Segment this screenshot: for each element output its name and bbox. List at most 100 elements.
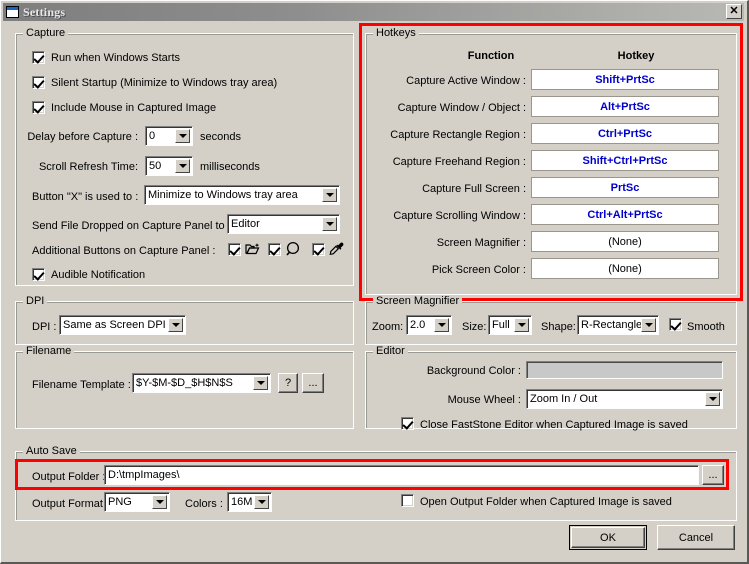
hotkey-value-capture-window-object: Alt+PrtSc — [600, 100, 650, 113]
hotkey-field-capture-full-screen[interactable]: PrtSc — [531, 177, 719, 198]
editor-legend: Editor — [373, 345, 408, 357]
checkbox-additional-eyedropper[interactable] — [312, 243, 325, 256]
editor-mouse-wheel-combo[interactable]: Zoom In / Out — [526, 389, 723, 409]
hotkey-field-capture-window-object[interactable]: Alt+PrtSc — [531, 96, 719, 117]
label-editor-background-color: Background Color : — [426, 365, 521, 377]
scroll-refresh-time-value: 50 — [149, 160, 162, 172]
chevron-down-icon[interactable] — [175, 159, 190, 173]
chevron-down-icon[interactable] — [254, 495, 269, 509]
ok-button-label: OK — [600, 531, 616, 544]
window-title: Settings — [23, 4, 66, 19]
open-folder-icon[interactable] — [245, 241, 261, 257]
cancel-button-label: Cancel — [678, 531, 714, 544]
label-output-format: Output Format : — [32, 498, 110, 510]
label-dpi: DPI : — [32, 321, 57, 333]
chevron-down-icon[interactable] — [514, 318, 529, 332]
chevron-down-icon[interactable] — [152, 495, 167, 509]
settings-dialog: Settings ✕ Capture Run when Windows Star… — [0, 0, 749, 564]
label-magnifier-zoom: Zoom: — [372, 321, 404, 333]
hotkeys-legend: Hotkeys — [373, 27, 419, 39]
magnifier-shape-combo[interactable]: R-Rectangle — [577, 315, 659, 335]
label-colors: Colors : — [185, 498, 223, 510]
checkbox-magnifier-smooth[interactable] — [669, 318, 682, 331]
hotkey-field-capture-rectangle-region[interactable]: Ctrl+PrtSc — [531, 123, 719, 144]
delay-before-capture-combo[interactable]: 0 — [145, 126, 193, 146]
dpi-combo[interactable]: Same as Screen DPI — [59, 315, 186, 335]
label-editor-mouse-wheel: Mouse Wheel : — [447, 394, 521, 406]
magnifier-size-combo[interactable]: Full — [488, 315, 532, 335]
hotkey-value-capture-freehand-region: Shift+Ctrl+PrtSc — [582, 154, 668, 167]
close-button[interactable]: ✕ — [726, 4, 742, 19]
output-folder-browse-label: ... — [708, 469, 718, 481]
label-magnifier-smooth: Smooth — [687, 321, 725, 333]
checkbox-silent-startup[interactable] — [32, 76, 45, 89]
label-delay-before-capture: Delay before Capture : — [27, 131, 138, 143]
label-delay-unit: seconds — [200, 131, 241, 143]
chevron-down-icon[interactable] — [322, 217, 337, 231]
scroll-refresh-time-combo[interactable]: 50 — [145, 156, 193, 176]
chevron-down-icon[interactable] — [168, 318, 183, 332]
colors-combo[interactable]: 16M — [227, 492, 272, 512]
screen-magnifier-legend: Screen Magnifier — [373, 295, 463, 307]
label-audible-notification: Audible Notification — [51, 269, 146, 281]
magnifier-zoom-combo[interactable]: 2.0 — [406, 315, 452, 335]
output-folder-input[interactable]: D:\tmpImages\ — [104, 465, 699, 485]
capture-legend: Capture — [23, 27, 69, 39]
hotkeys-column-hotkey: Hotkey — [617, 50, 655, 62]
hotkey-value-capture-rectangle-region: Ctrl+PrtSc — [597, 127, 653, 140]
chevron-down-icon[interactable] — [434, 318, 449, 332]
checkbox-additional-open-folder[interactable] — [228, 243, 241, 256]
window-icon — [6, 6, 19, 18]
auto-save-legend: Auto Save — [23, 445, 80, 457]
output-folder-browse-button[interactable]: ... — [702, 465, 724, 485]
chevron-down-icon[interactable] — [641, 318, 656, 332]
hotkey-field-screen-magnifier[interactable]: (None) — [531, 231, 719, 252]
checkbox-run-when-windows-starts[interactable] — [32, 51, 45, 64]
hotkey-field-capture-freehand-region[interactable]: Shift+Ctrl+PrtSc — [531, 150, 719, 171]
output-format-value: PNG — [108, 496, 132, 508]
hotkey-value-capture-active-window: Shift+PrtSc — [595, 73, 655, 86]
colors-value: 16M — [231, 496, 253, 508]
checkbox-open-output-folder[interactable] — [401, 494, 414, 507]
label-scroll-unit: milliseconds — [200, 161, 260, 173]
filename-help-label: ? — [284, 377, 292, 389]
hotkeys-column-function: Function — [467, 50, 515, 62]
filename-browse-button[interactable]: ... — [302, 373, 324, 393]
chevron-down-icon[interactable] — [253, 376, 268, 390]
output-folder-value: D:\tmpImages\ — [108, 469, 180, 481]
checkbox-audible-notification[interactable] — [32, 268, 45, 281]
checkbox-additional-magnifier[interactable] — [268, 243, 281, 256]
cancel-button[interactable]: Cancel — [657, 525, 735, 550]
label-include-mouse: Include Mouse in Captured Image — [51, 102, 217, 114]
hotkey-label-capture-scrolling-window: Capture Scrolling Window : — [393, 210, 526, 222]
hotkey-field-capture-active-window[interactable]: Shift+PrtSc — [531, 69, 719, 90]
hotkey-label-screen-magnifier: Screen Magnifier : — [436, 237, 526, 249]
hotkey-label-capture-freehand-region: Capture Freehand Region : — [392, 156, 526, 168]
magnifier-zoom-value: 2.0 — [410, 319, 426, 331]
chevron-down-icon[interactable] — [322, 188, 337, 202]
label-magnifier-size: Size: — [462, 321, 487, 333]
filename-legend: Filename — [23, 345, 75, 357]
magnifier-icon[interactable] — [285, 241, 301, 257]
hotkey-field-pick-screen-color[interactable]: (None) — [531, 258, 719, 279]
title-bar: Settings ✕ — [3, 3, 744, 21]
chevron-down-icon[interactable] — [705, 392, 720, 406]
button-x-action-value: Minimize to Windows tray area — [148, 189, 298, 201]
hotkey-field-capture-scrolling-window[interactable]: Ctrl+Alt+PrtSc — [531, 204, 719, 225]
ok-button[interactable]: OK — [569, 525, 647, 550]
chevron-down-icon[interactable] — [175, 129, 190, 143]
checkbox-close-editor-when-saved[interactable] — [401, 417, 414, 430]
magnifier-shape-value: R-Rectangle — [581, 319, 643, 331]
label-button-x: Button "X" is used to : — [32, 191, 139, 203]
hotkey-label-capture-window-object: Capture Window / Object : — [397, 102, 526, 114]
close-icon: ✕ — [729, 5, 739, 17]
output-format-combo[interactable]: PNG — [104, 492, 170, 512]
filename-help-button[interactable]: ? — [278, 373, 298, 393]
checkbox-include-mouse[interactable] — [32, 101, 45, 114]
filename-browse-label: ... — [308, 377, 318, 389]
send-file-dropped-combo[interactable]: Editor — [227, 214, 340, 234]
filename-template-combo[interactable]: $Y-$M-$D_$H$N$S — [132, 373, 271, 393]
label-close-editor-when-saved: Close FastStone Editor when Captured Ima… — [420, 419, 688, 431]
eyedropper-icon[interactable] — [329, 241, 345, 257]
button-x-action-combo[interactable]: Minimize to Windows tray area — [144, 185, 340, 205]
